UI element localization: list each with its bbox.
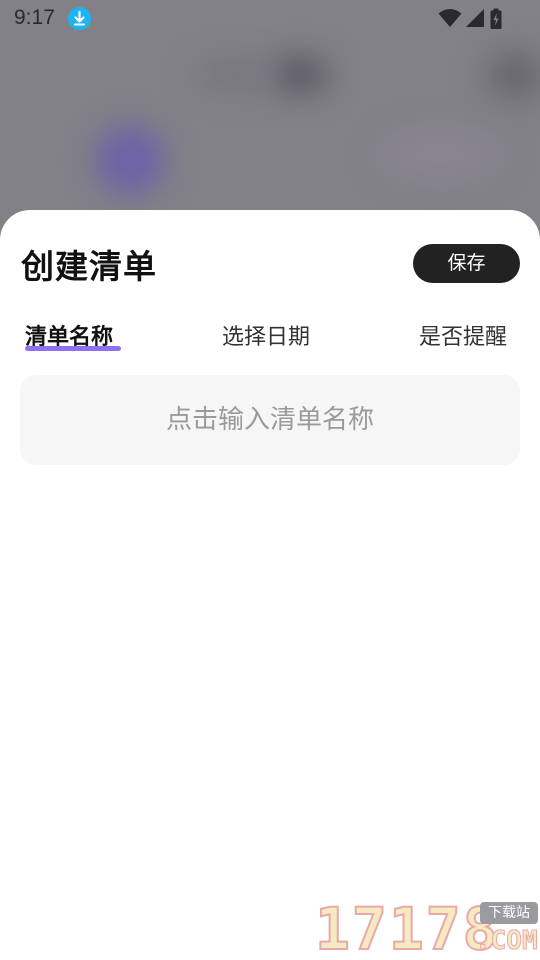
list-name-input[interactable]: 点击输入清单名称 (20, 375, 520, 465)
active-tab-indicator (25, 346, 121, 351)
status-bar: 9:17 (0, 0, 540, 38)
screen: 9:17 创建清单 保存 清单名称 选择日期 是否提醒 点击输入清单名称 171… (0, 0, 540, 960)
tab-select-date[interactable]: 选择日期 (222, 319, 310, 351)
sheet-title: 创建清单 (21, 247, 157, 286)
tab-bar: 清单名称 选择日期 是否提醒 (0, 315, 540, 365)
watermark-digits: 17178 (314, 895, 500, 960)
signal-icon (465, 8, 485, 32)
tab-reminder[interactable]: 是否提醒 (419, 319, 507, 351)
battery-icon (490, 8, 502, 34)
download-icon (68, 7, 91, 30)
watermark-logo: 17178 下载站 .COM (314, 895, 540, 960)
watermark-badge: 下载站 (480, 902, 538, 924)
save-button[interactable]: 保存 (413, 244, 520, 283)
wifi-icon (438, 8, 462, 32)
create-list-sheet: 创建清单 保存 清单名称 选择日期 是否提醒 点击输入清单名称 (0, 210, 540, 960)
status-time: 9:17 (14, 6, 55, 29)
watermark-suffix: .COM (475, 926, 539, 957)
system-icons (438, 8, 502, 32)
